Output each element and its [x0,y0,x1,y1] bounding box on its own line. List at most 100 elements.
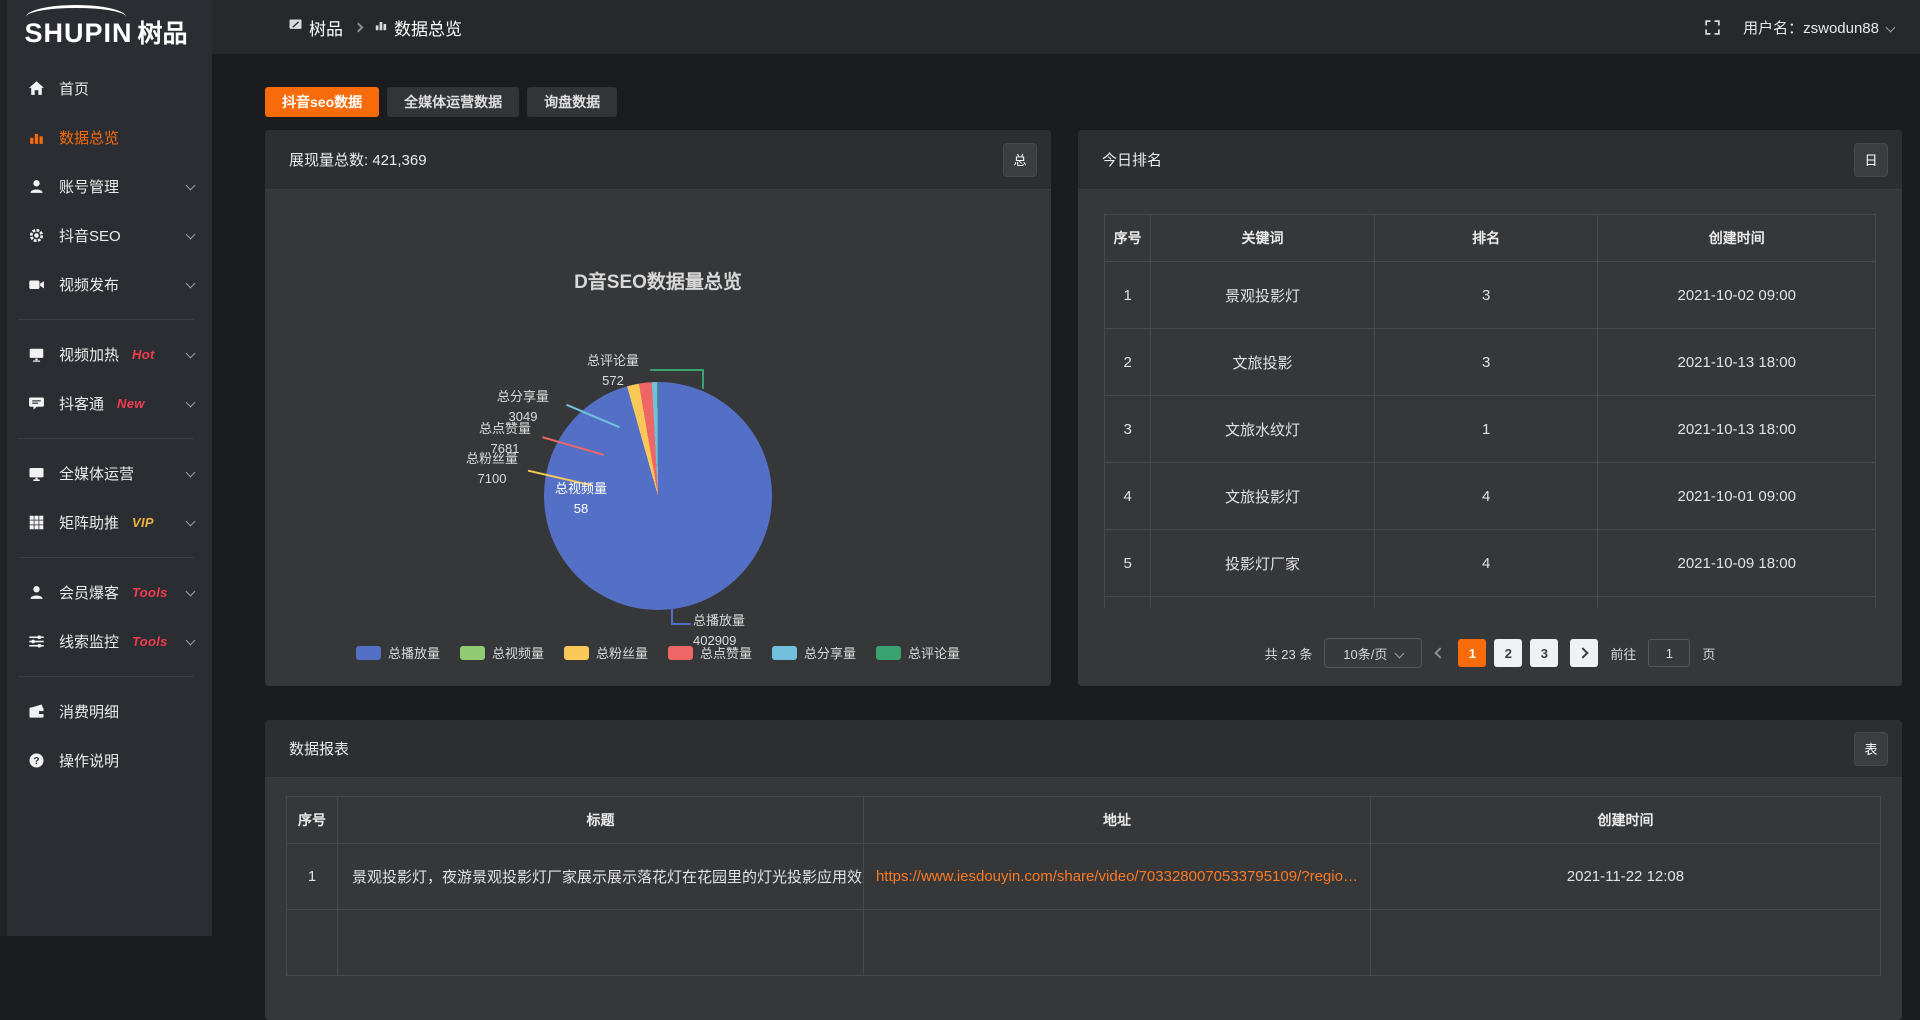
impressions-panel: 展现量总数: 421,369 总 D音SEO数据量总览 总评论量 572 总分享… [265,130,1051,686]
next-page-button[interactable] [1570,639,1598,667]
chevron-down-icon [1395,648,1405,658]
goto-page-input[interactable] [1648,639,1690,667]
pie-label-value: 572 [565,371,661,391]
legend-item-0[interactable]: 总播放量 [356,643,440,662]
table-cell: 2021-11-22 12:08 [1370,844,1880,910]
sidebar-item-11[interactable]: 消费明细 [0,687,212,736]
report-table: 序号标题地址创建时间1景观投影灯，夜游景观投影灯厂家展示展示落花灯在花园里的灯光… [286,796,1881,976]
column-header: 地址 [864,797,1371,844]
user-menu[interactable]: 用户名：zswodun88 [1743,17,1894,38]
table-cell: 2021-10-13 18:00 [1598,329,1876,396]
legend-item-5[interactable]: 总评论量 [876,643,960,662]
page-button-3[interactable]: 3 [1530,639,1558,667]
page-button-1[interactable]: 1 [1458,639,1486,667]
monitor-icon [26,465,46,482]
tab-2[interactable]: 询盘数据 [527,87,617,117]
table-view-button[interactable]: 表 [1854,732,1888,766]
impressions-total-label: 展现量总数: 421,369 [289,149,427,170]
breadcrumb: 树品 数据总览 [288,15,462,40]
table-cell: 景观投影灯，夜游景观投影灯厂家展示展示落花灯在花园里的灯光投影应用效果 # [338,844,864,910]
sidebar-item-2[interactable]: 账号管理 [0,162,212,211]
legend-item-3[interactable]: 总点赞量 [668,643,752,662]
chevron-down-icon [186,279,196,289]
legend-swatch [876,646,901,660]
page-button-2[interactable]: 2 [1494,639,1522,667]
pie-label-name: 总点赞量 [450,419,560,439]
sidebar-item-0[interactable]: 首页 [0,64,212,113]
member-icon [26,584,46,601]
sidebar-item-9[interactable]: 会员爆客Tools [0,568,212,617]
tab-0[interactable]: 抖音seo数据 [265,87,379,117]
sidebar-item-label: 视频加热 [59,344,119,365]
sidebar-divider [18,319,194,320]
legend-label: 总播放量 [388,643,440,662]
sidebar-item-10[interactable]: 线索监控Tools [0,617,212,666]
pie-label-video: 总视频量 58 [531,479,631,518]
page-size-select[interactable]: 10条/页 [1324,638,1422,668]
column-header: 创建时间 [1370,797,1880,844]
daily-view-button[interactable]: 日 [1854,143,1888,177]
sidebar-item-1[interactable]: 数据总览 [0,113,212,162]
legend-item-1[interactable]: 总视频量 [460,643,544,662]
sidebar-item-badge: Tools [132,585,168,600]
sidebar-item-label: 全媒体运营 [59,463,134,484]
legend-item-4[interactable]: 总分享量 [772,643,856,662]
logo-text-cn: 树品 [138,22,188,47]
sidebar-item-3[interactable]: 抖音SEO [0,211,212,260]
table-row: 5投影灯厂家42021-10-09 18:00 [1105,530,1876,597]
ranking-panel-header: 今日排名 日 [1078,130,1902,190]
home-icon [26,80,46,97]
table-row: 1景观投影灯32021-10-02 09:00 [1105,262,1876,329]
user-area: 用户名：zswodun88 [1704,17,1894,38]
table-header-row: 序号标题地址创建时间 [287,797,1881,844]
label-line-play [671,599,673,625]
sidebar-item-label: 账号管理 [59,176,119,197]
impressions-panel-header: 展现量总数: 421,369 总 [265,130,1051,190]
table-header-row: 序号关键词排名创建时间 [1105,215,1876,262]
wallet-icon [26,703,46,720]
chat-icon [26,395,46,412]
legend-swatch [668,646,693,660]
sidebar-item-7[interactable]: 全媒体运营 [0,449,212,498]
pie-chart: D音SEO数据量总览 总评论量 572 总分享量 3049 总点赞量 7681 [265,191,1051,686]
breadcrumb-label: 数据总览 [394,15,462,40]
chevron-down-icon [186,468,196,478]
legend-item-2[interactable]: 总粉丝量 [564,643,648,662]
legend-label: 总评论量 [908,643,960,662]
breadcrumb-item-home[interactable]: 树品 [288,15,343,40]
chart-legend: 总播放量 总视频量 总粉丝量 总点赞量 总分享量 总评论量 [265,643,1051,662]
table-cell: 1 [1374,396,1598,463]
video-link[interactable]: https://www.iesdouyin.com/share/video/70… [864,844,1371,910]
sliders-icon [26,633,46,650]
table-row-clipped [1105,597,1876,609]
column-header: 序号 [1105,215,1151,262]
pie-label-name: 总分享量 [473,387,573,407]
ranking-table: 序号关键词排名创建时间1景观投影灯32021-10-02 09:002文旅投影3… [1104,214,1876,608]
logo-text-en: SHUPIN [24,20,132,47]
main-content: 抖音seo数据全媒体运营数据询盘数据 展现量总数: 421,369 总 D音SE… [212,54,1920,936]
prev-page-button[interactable] [1435,647,1446,658]
grid-icon [26,514,46,531]
fullscreen-icon[interactable] [1704,19,1721,36]
sidebar-item-12[interactable]: ?操作说明 [0,736,212,785]
sidebar-item-5[interactable]: 视频加热Hot [0,330,212,379]
table-cell: 1 [1105,262,1151,329]
goto-suffix: 页 [1702,644,1715,663]
legend-swatch [460,646,485,660]
table-row: 2文旅投影32021-10-13 18:00 [1105,329,1876,396]
sidebar-item-4[interactable]: 视频发布 [0,260,212,309]
breadcrumb-item-current[interactable]: 数据总览 [374,15,462,40]
goto-prefix: 前往 [1610,644,1636,663]
logo[interactable]: SHUPIN 树品 [0,0,212,54]
table-cell: 景观投影灯 [1151,262,1375,329]
sidebar-item-8[interactable]: 矩阵助推VIP [0,498,212,547]
pie-label-comment: 总评论量 572 [565,351,661,390]
total-view-button[interactable]: 总 [1003,143,1037,177]
sidebar-item-6[interactable]: 抖客通New [0,379,212,428]
heat-screen-icon [26,346,46,363]
ranking-panel: 今日排名 日 序号关键词排名创建时间1景观投影灯32021-10-02 09:0… [1078,130,1902,686]
tab-1[interactable]: 全媒体运营数据 [387,87,519,117]
pie-label-name: 总视频量 [531,479,631,499]
sidebar-item-label: 视频发布 [59,274,119,295]
table-cell: 3 [1374,262,1598,329]
